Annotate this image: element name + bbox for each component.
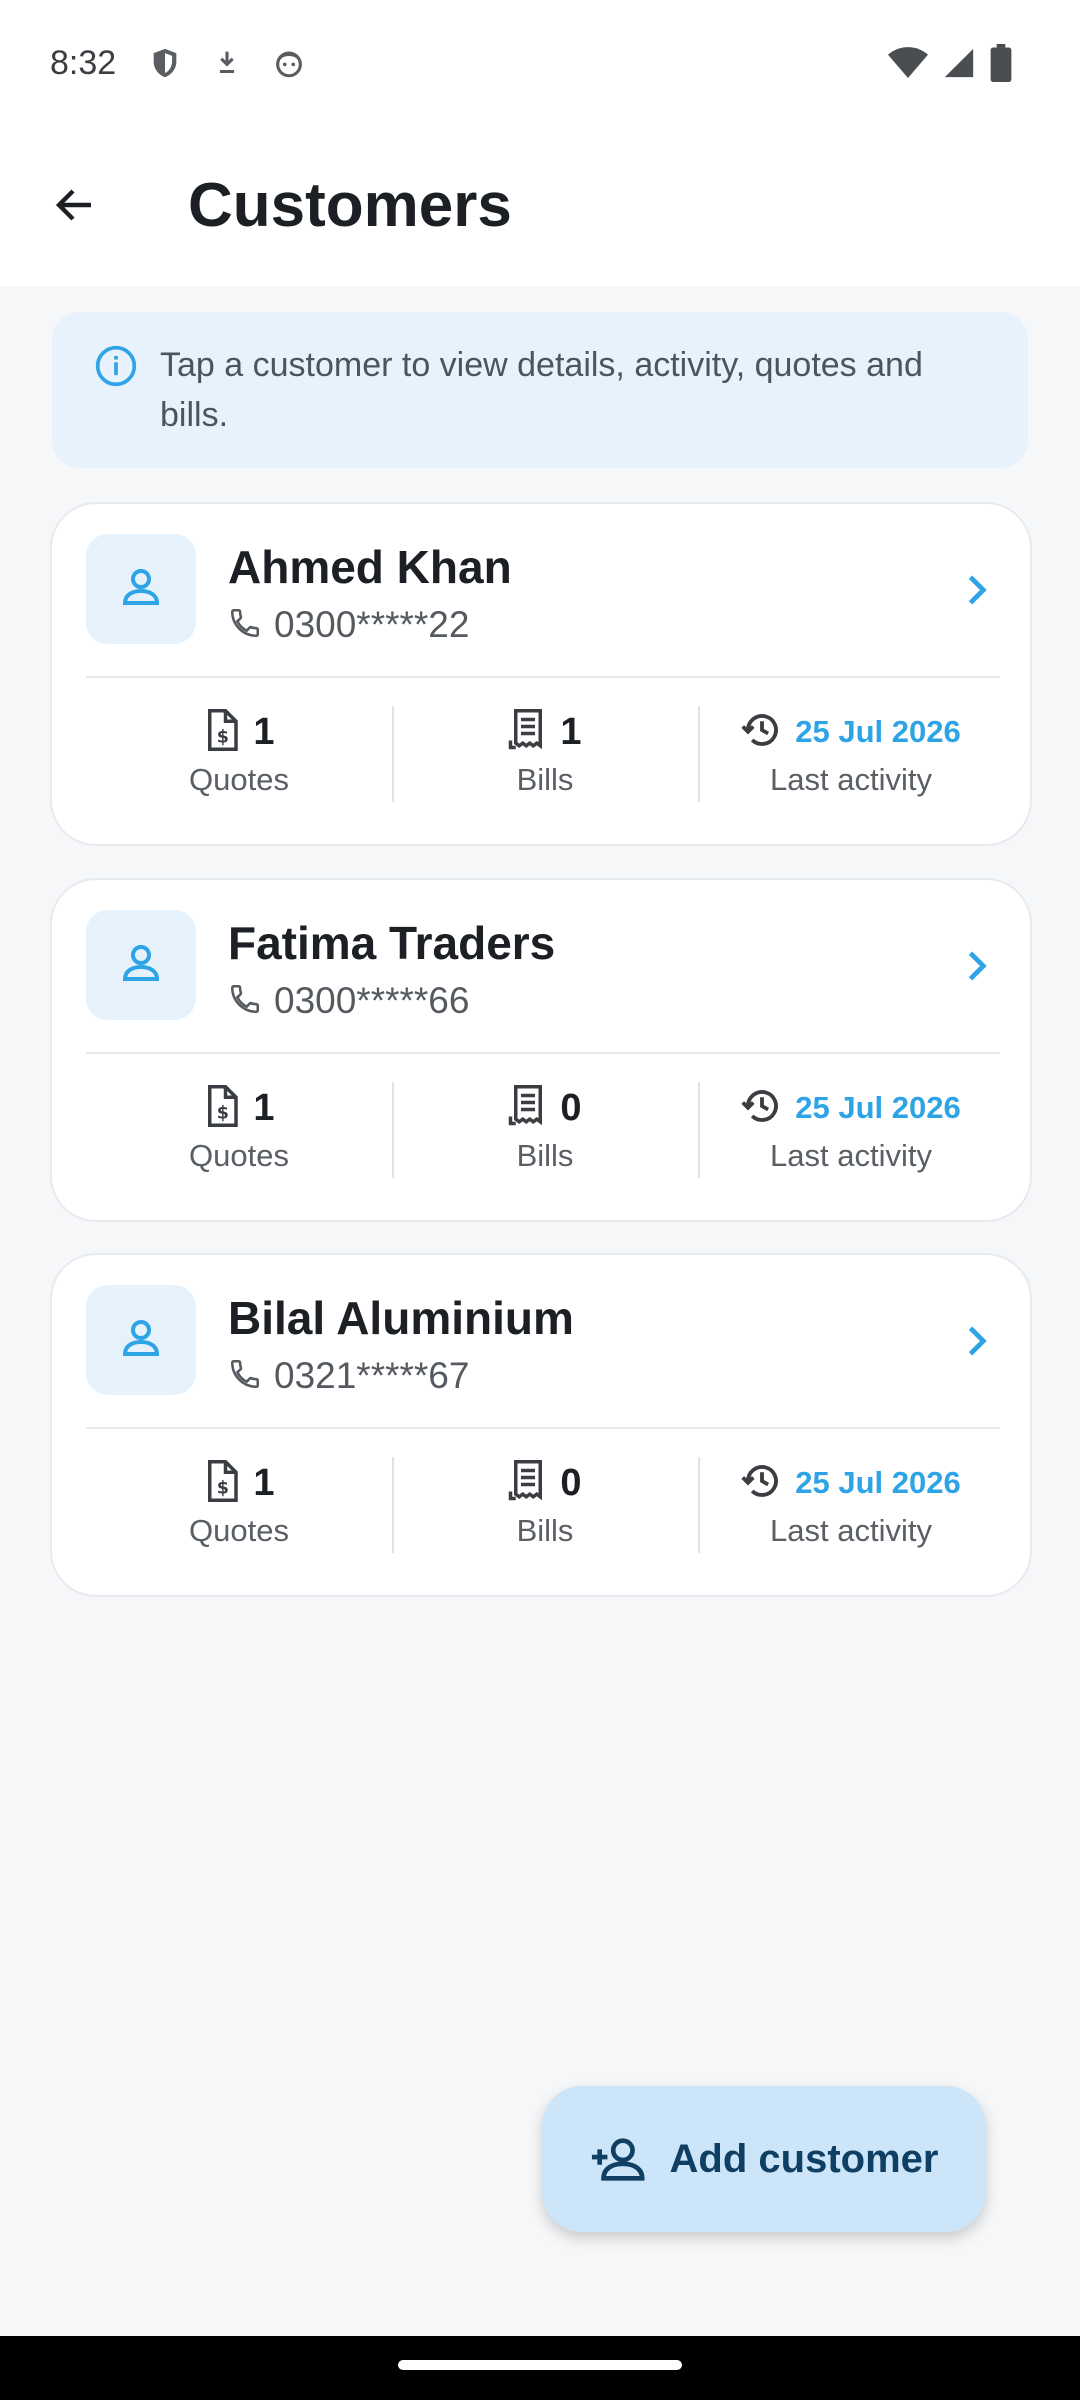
stat-bills: 0 Bills: [392, 1457, 698, 1553]
status-time: 8:32: [50, 44, 117, 82]
system-nav-bar: [0, 2336, 1080, 2400]
customer-phone: 0300*****22: [274, 604, 470, 645]
back-button[interactable]: [40, 170, 110, 240]
person-icon: [117, 939, 165, 992]
customer-phone: 0321*****67: [274, 1355, 470, 1396]
status-bar: 8:32: [0, 0, 1080, 130]
customer-name: Ahmed Khan: [228, 541, 512, 593]
last-activity-date: 25 Jul 2026: [795, 1090, 961, 1125]
svg-text:$: $: [217, 1478, 229, 1498]
signal-icon: [942, 46, 976, 85]
history-icon: [741, 709, 783, 756]
history-icon: [741, 1460, 783, 1507]
quotes-count: 1: [253, 1086, 275, 1129]
back-arrow-icon: [55, 189, 91, 221]
bills-count: 1: [560, 710, 582, 753]
status-icons-left: [148, 46, 306, 80]
stat-last-activity: 25 Jul 2026 Last activity: [698, 1082, 1004, 1178]
stat-bills: 0 Bills: [392, 1082, 698, 1178]
last-activity-label: Last activity: [770, 1513, 932, 1548]
info-icon: [95, 345, 137, 387]
svg-text:$: $: [217, 1103, 229, 1123]
last-activity-date: 25 Jul 2026: [795, 714, 961, 749]
stat-bills: 1 Bills: [392, 706, 698, 802]
stat-last-activity: 25 Jul 2026 Last activity: [698, 706, 1004, 802]
info-banner: Tap a customer to view details, activity…: [52, 312, 1028, 468]
quotes-count: 1: [253, 1461, 275, 1504]
chevron-right-icon: [954, 944, 998, 988]
download-icon: [210, 46, 244, 80]
customer-name: Bilal Aluminium: [228, 1292, 574, 1344]
page-title: Customers: [188, 171, 512, 240]
quotes-count: 1: [253, 710, 275, 753]
stat-quotes: $ 1 Quotes: [86, 1082, 392, 1178]
stat-last-activity: 25 Jul 2026 Last activity: [698, 1457, 1004, 1553]
customer-name: Fatima Traders: [228, 917, 556, 969]
quotes-label: Quotes: [189, 762, 289, 797]
wifi-icon: [888, 46, 928, 85]
quote-doc-icon: $: [203, 708, 241, 756]
chevron-right-icon: [954, 1319, 998, 1363]
face-icon: [272, 46, 306, 80]
customer-phone: 0300*****66: [274, 980, 470, 1021]
receipt-icon: [508, 1084, 548, 1132]
avatar: [86, 910, 196, 1020]
add-customer-button[interactable]: Add customer: [542, 2086, 986, 2232]
quote-doc-icon: $: [203, 1459, 241, 1507]
last-activity-label: Last activity: [770, 762, 932, 797]
customer-stats: $ 1 Quotes 1 Bills 25 Jul 2026 Last acti…: [86, 706, 1004, 802]
card-divider: [86, 1427, 1000, 1429]
battery-icon: [990, 44, 1012, 87]
customer-phone-row: 0321*****67: [228, 1355, 469, 1397]
history-icon: [741, 1085, 783, 1132]
last-activity-date: 25 Jul 2026: [795, 1465, 961, 1500]
svg-text:$: $: [217, 727, 229, 747]
customer-card[interactable]: Bilal Aluminium 0321*****67 $ 1 Quotes 0…: [50, 1253, 1032, 1597]
phone-icon: [228, 982, 262, 1021]
bills-count: 0: [560, 1461, 582, 1504]
stat-quotes: $ 1 Quotes: [86, 1457, 392, 1553]
customer-phone-row: 0300*****22: [228, 604, 469, 646]
phone-icon: [228, 606, 262, 645]
home-handle[interactable]: [398, 2360, 682, 2370]
customer-card[interactable]: Fatima Traders 0300*****66 $ 1 Quotes 0 …: [50, 878, 1032, 1222]
avatar: [86, 534, 196, 644]
person-icon: [117, 1314, 165, 1367]
status-icons-right: [888, 44, 1012, 87]
shield-icon: [148, 46, 182, 80]
receipt-icon: [508, 1459, 548, 1507]
receipt-icon: [508, 708, 548, 756]
customer-phone-row: 0300*****66: [228, 980, 469, 1022]
avatar: [86, 1285, 196, 1395]
bills-count: 0: [560, 1086, 582, 1129]
app-bar: Customers: [0, 130, 1080, 286]
quotes-label: Quotes: [189, 1138, 289, 1173]
customer-stats: $ 1 Quotes 0 Bills 25 Jul 2026 Last acti…: [86, 1082, 1004, 1178]
add-customer-label: Add customer: [669, 2136, 939, 2181]
customer-card[interactable]: Ahmed Khan 0300*****22 $ 1 Quotes 1 Bill…: [50, 502, 1032, 846]
customer-stats: $ 1 Quotes 0 Bills 25 Jul 2026 Last acti…: [86, 1457, 1004, 1553]
stat-quotes: $ 1 Quotes: [86, 706, 392, 802]
info-text: Tap a customer to view details, activity…: [160, 346, 923, 434]
card-divider: [86, 1052, 1000, 1054]
bills-label: Bills: [516, 1138, 574, 1173]
quote-doc-icon: $: [203, 1084, 241, 1132]
person-add-icon: [591, 2138, 645, 2181]
phone-icon: [228, 1357, 262, 1396]
last-activity-label: Last activity: [770, 1138, 932, 1173]
bills-label: Bills: [516, 762, 574, 797]
quotes-label: Quotes: [189, 1513, 289, 1548]
person-icon: [117, 563, 165, 616]
card-divider: [86, 676, 1000, 678]
chevron-right-icon: [954, 568, 998, 612]
bills-label: Bills: [516, 1513, 574, 1548]
